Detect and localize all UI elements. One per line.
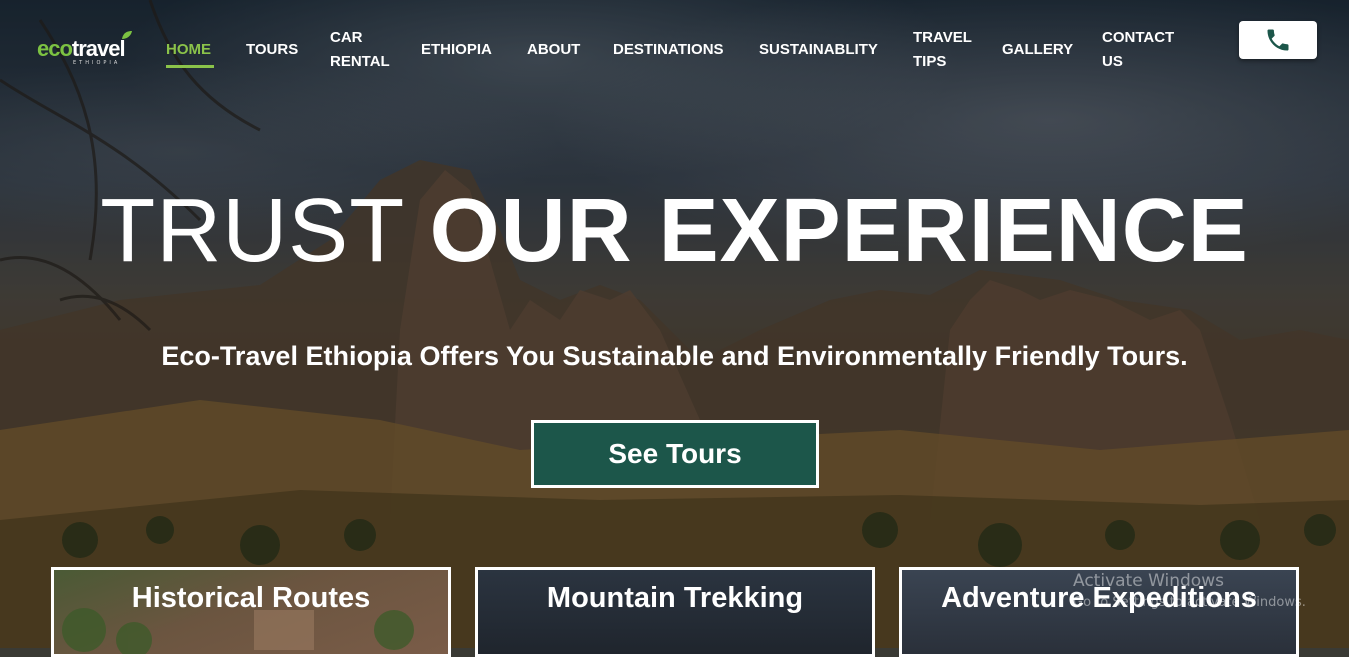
- see-tours-button[interactable]: See Tours: [531, 420, 819, 488]
- hero-title-light: TRUST: [100, 181, 404, 281]
- card-title: Mountain Trekking: [546, 582, 804, 614]
- nav-about[interactable]: ABOUT: [527, 38, 580, 62]
- nav-tours[interactable]: TOURS: [246, 38, 298, 62]
- call-button[interactable]: [1239, 21, 1317, 59]
- phone-icon: [1267, 29, 1289, 51]
- hero-background: [0, 0, 1349, 648]
- logo-travel: travel: [71, 36, 126, 61]
- site-logo[interactable]: ecotravel ETHIOPIA: [37, 30, 137, 70]
- card-title: Historical Routes: [131, 582, 371, 614]
- nav-home[interactable]: HOME: [166, 38, 214, 68]
- nav-ethiopia[interactable]: ETHIOPIA: [421, 38, 492, 62]
- tour-card-mountain-trekking[interactable]: Mountain Trekking: [475, 567, 875, 657]
- nav-active-underline: [166, 65, 214, 68]
- nav-travel-tips[interactable]: TRAVEL TIPS: [913, 26, 983, 74]
- hero-title: TRUST OUR EXPERIENCE: [0, 178, 1349, 284]
- nav-contact-us[interactable]: CONTACT US: [1102, 26, 1182, 74]
- hero-title-bold: OUR EXPERIENCE: [429, 181, 1249, 281]
- tour-card-historical-routes[interactable]: Historical Routes: [51, 567, 451, 657]
- nav-car-rental[interactable]: CAR RENTAL: [330, 26, 400, 74]
- hero-subtitle: Eco-Travel Ethiopia Offers You Sustainab…: [161, 341, 1188, 371]
- nav-home-label: HOME: [166, 41, 211, 58]
- nav-gallery[interactable]: GALLERY: [1002, 38, 1073, 62]
- nav-destinations[interactable]: DESTINATIONS: [613, 38, 724, 62]
- logo-eco: eco: [37, 36, 73, 61]
- activate-windows-watermark: Activate Windows: [1073, 571, 1224, 591]
- logo-wordmark: ecotravel: [37, 36, 126, 61]
- logo-subtitle: ETHIOPIA: [73, 60, 121, 66]
- hero-overlay: [0, 0, 1349, 648]
- activate-windows-hint: Go to Settings to activate Windows.: [1073, 595, 1306, 610]
- nav-sustainability[interactable]: SUSTAINABLITY: [759, 38, 878, 62]
